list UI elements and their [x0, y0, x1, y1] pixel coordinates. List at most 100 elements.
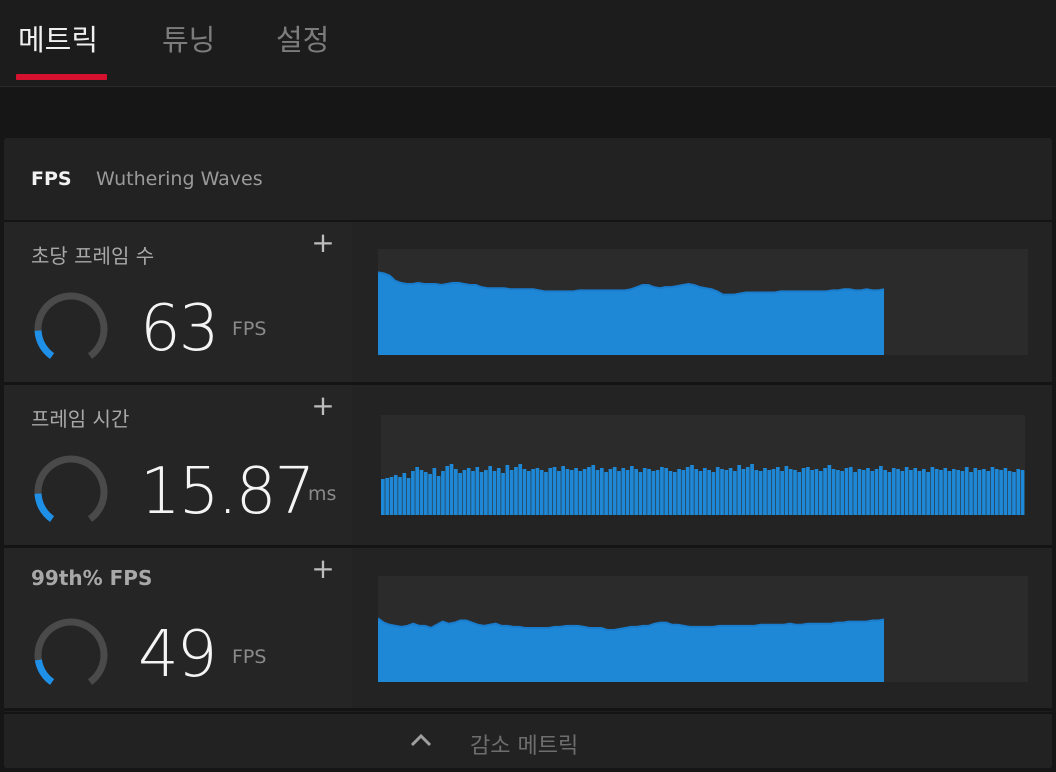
graph-bar [797, 472, 802, 515]
reduce-metrics-bar[interactable]: 감소 메트릭 [4, 712, 1052, 768]
graph-canvas [378, 617, 885, 682]
graph-bar [681, 470, 686, 515]
add-metric-plus-icon[interactable]: + [310, 229, 336, 257]
graph-bar [557, 471, 561, 515]
graph-bar [745, 467, 750, 515]
panel-header: FPS Wuthering Waves [4, 138, 1052, 222]
gauge-track [34, 292, 108, 359]
graph-bar [574, 468, 578, 515]
graph-bar [831, 469, 836, 515]
graph-bar [703, 468, 707, 515]
graph-bar [587, 467, 591, 515]
graph-bar [814, 469, 819, 515]
graph-bar [986, 471, 991, 515]
graph-bar [634, 469, 638, 515]
graph-bar [720, 469, 724, 515]
metric-row-fps: 초당 프레임 수 + 63 FPS [4, 222, 1052, 385]
metric-history-graph [381, 415, 1025, 515]
graph-bar [960, 471, 965, 515]
graph-bar [685, 467, 690, 515]
graph-bar [411, 471, 415, 515]
graph-bar [763, 468, 767, 515]
metric-summary: 초당 프레임 수 + 63 FPS [4, 222, 352, 382]
graph-bar [638, 472, 643, 515]
metric-title: 프레임 시간 [31, 407, 130, 431]
graph-bar [990, 467, 995, 515]
add-metric-plus-icon[interactable]: + [310, 555, 336, 583]
graph-bar [539, 470, 544, 515]
graph-bar [548, 468, 553, 515]
tab-settings[interactable]: 설정 [276, 20, 329, 60]
graph-bar [617, 471, 621, 515]
graph-area [378, 618, 884, 682]
tab-metrics[interactable]: 메트릭 [18, 20, 98, 60]
graph-bar [604, 472, 608, 515]
metric-summary: 프레임 시간 + 15.87 ms [4, 385, 352, 545]
graph-bar [758, 471, 763, 515]
graph-bar [823, 468, 827, 515]
graph-bar [436, 476, 441, 515]
graph-bar [552, 467, 557, 515]
graph-bar [801, 468, 806, 515]
graph-bar [672, 472, 677, 515]
graph-bar [853, 472, 857, 515]
graph-bar [969, 472, 973, 515]
graph-bar [453, 469, 458, 515]
metric-unit: FPS [232, 318, 267, 340]
graph-bar [750, 464, 754, 515]
graph-bar [608, 469, 613, 515]
reduce-metrics-label[interactable]: 감소 메트릭 [470, 728, 578, 760]
graph-bar [874, 469, 879, 515]
graph-bar [775, 467, 780, 515]
graph-bar [471, 471, 475, 515]
metric-value: 49 [138, 618, 217, 692]
graph-bar [526, 471, 531, 515]
graph-bar [505, 465, 510, 515]
graph-bar [879, 466, 883, 515]
graph-bar [733, 471, 737, 515]
metric-row-frame-time: 프레임 시간 + 15.87 ms [4, 385, 1052, 548]
graph-bar [582, 469, 587, 515]
graph-bar [561, 466, 566, 515]
graph-bar [698, 471, 703, 515]
graph-bar [977, 470, 982, 515]
graph-bar [737, 465, 742, 515]
graph-bar [393, 475, 398, 515]
graph-bar [599, 468, 604, 515]
graph-bar [664, 468, 669, 515]
metric-history-graph [378, 576, 1028, 682]
metric-history-graph [378, 249, 1028, 355]
graph-bar [398, 477, 402, 515]
gauge-fill [34, 659, 55, 685]
graph-bar [535, 468, 540, 515]
graph-bar [921, 469, 926, 515]
graph-bar [930, 467, 935, 515]
graph-bar [947, 471, 952, 515]
graph-bar [866, 468, 870, 515]
graph-bar [999, 470, 1003, 515]
graph-bar [788, 469, 793, 515]
graph-bar [462, 470, 467, 515]
graph-bar [501, 473, 505, 515]
graph-canvas [378, 271, 885, 355]
graph-bar [857, 469, 862, 515]
graph-bar [883, 470, 888, 515]
metric-value: 15.87 [140, 455, 315, 529]
graph-bar [780, 471, 784, 515]
graph-bar [677, 469, 681, 515]
graph-area [378, 272, 884, 355]
tab-tuning[interactable]: 튜닝 [162, 20, 215, 60]
game-name: Wuthering Waves [96, 168, 263, 190]
metric-row-99th-fps: 99th% FPS + 49 FPS [4, 548, 1052, 711]
graph-bar [939, 470, 943, 515]
graph-bar [840, 471, 845, 515]
graph-bar [1003, 468, 1008, 515]
graph-bar [891, 468, 896, 515]
graph-bar [642, 468, 647, 515]
graph-bar [449, 464, 454, 515]
chevron-up-icon[interactable] [408, 728, 434, 754]
graph-bar [728, 468, 733, 515]
add-metric-plus-icon[interactable]: + [310, 392, 336, 420]
graph-bar [844, 468, 849, 515]
graph-bar [458, 473, 462, 515]
